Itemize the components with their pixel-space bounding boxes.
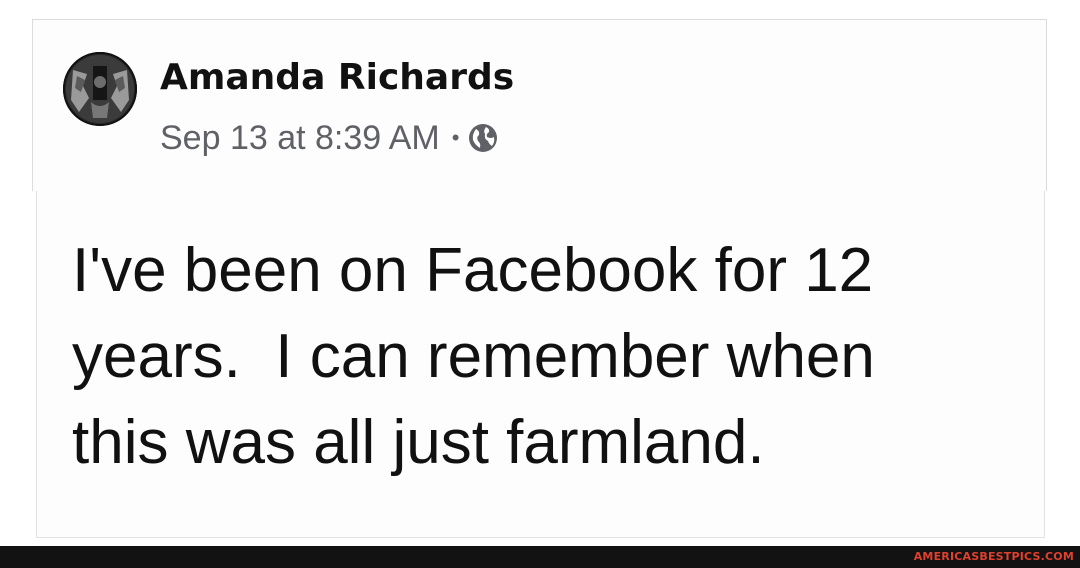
post-body-text: I've been on Facebook for 12 years. I ca… xyxy=(72,228,1032,486)
post-body-line: this was all just farmland. xyxy=(72,408,765,477)
avatar[interactable] xyxy=(63,52,137,126)
author-name[interactable]: Amanda Richards xyxy=(160,56,514,100)
post-body-line: I've been on Facebook for 12 xyxy=(72,236,874,305)
avatar-image xyxy=(63,52,137,126)
post-meta: Sep 13 at 8:39 AM • xyxy=(160,118,499,158)
post-header-card xyxy=(32,19,1047,191)
post-timestamp[interactable]: Sep 13 at 8:39 AM xyxy=(160,119,440,158)
globe-icon[interactable] xyxy=(467,122,499,154)
meta-separator: • xyxy=(451,125,460,150)
watermark-bar: AMERICASBESTPICS.COM xyxy=(0,546,1080,568)
post-screenshot: Amanda Richards Sep 13 at 8:39 AM • I've… xyxy=(0,0,1080,568)
post-body-line: years. I can remember when xyxy=(72,322,875,391)
watermark-text: AMERICASBESTPICS.COM xyxy=(913,550,1074,563)
